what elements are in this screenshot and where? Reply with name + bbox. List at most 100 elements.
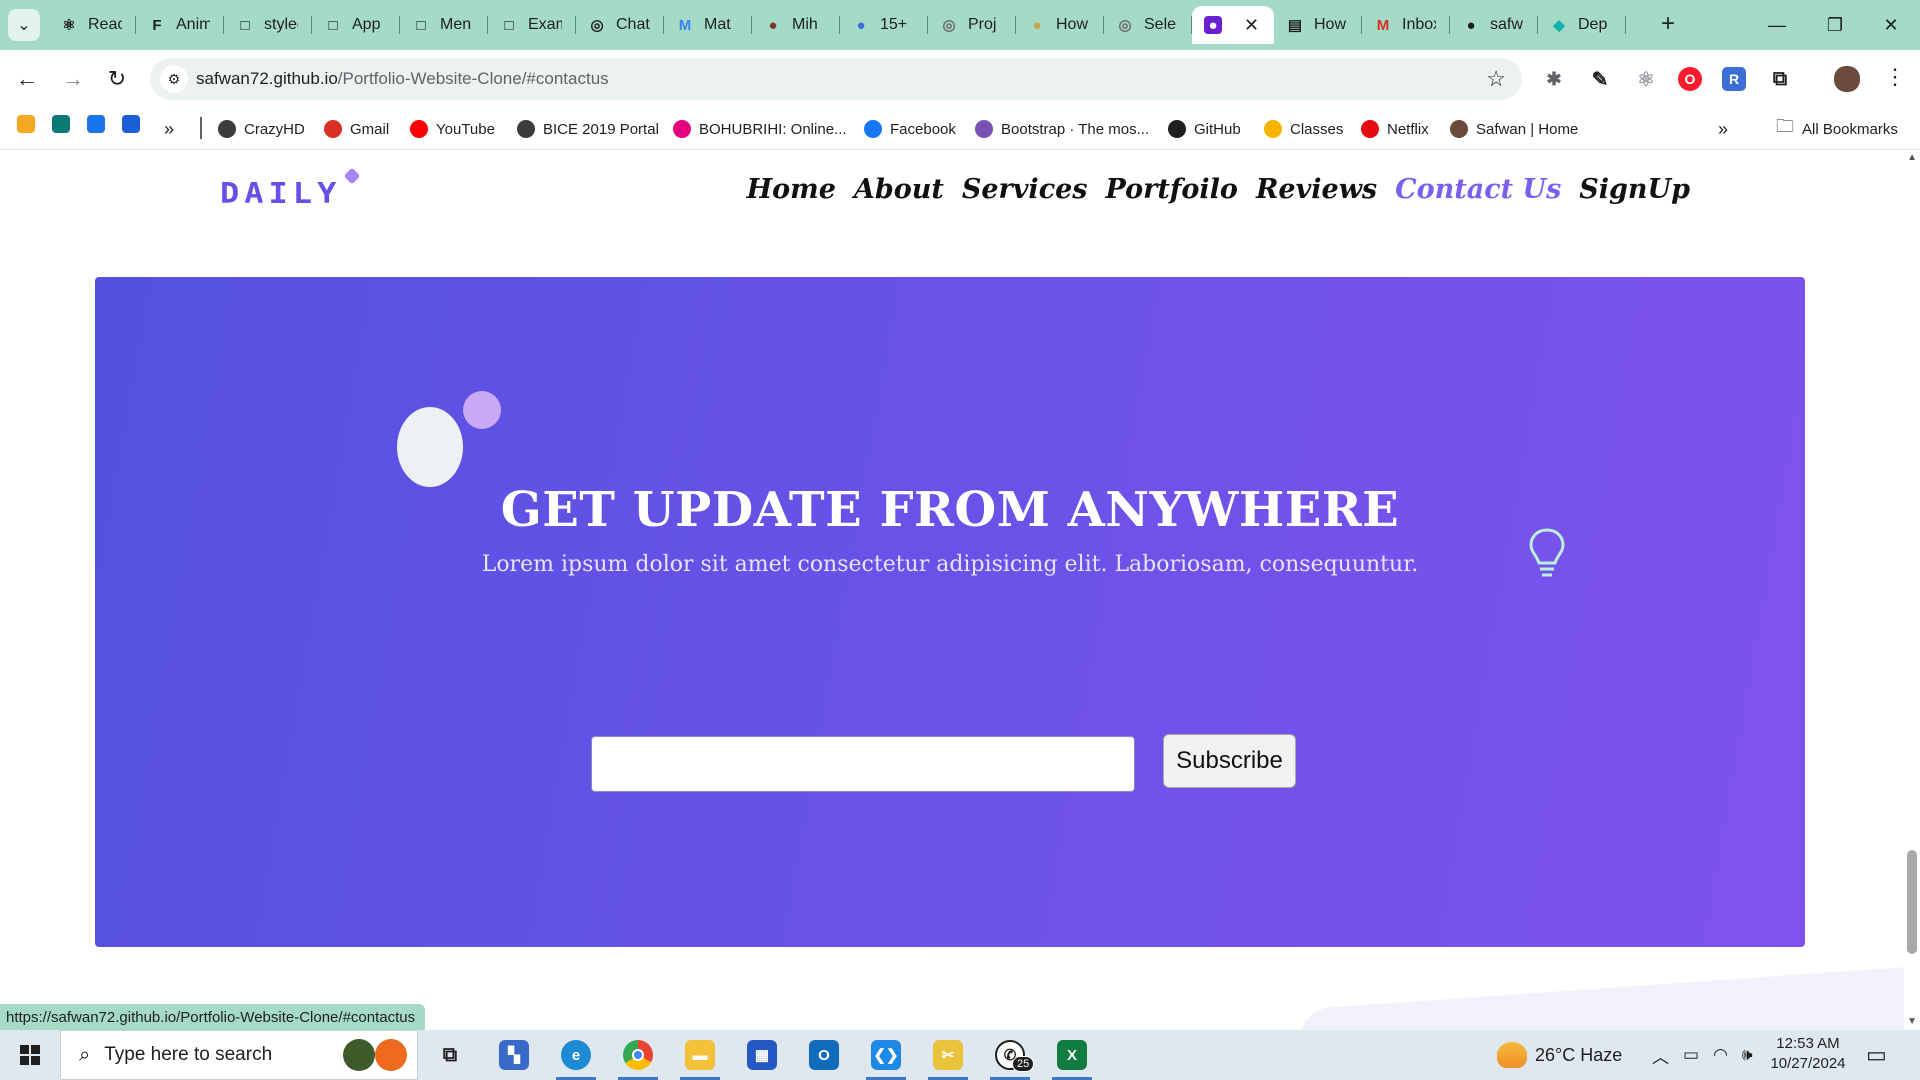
browser-tab[interactable]: ● How [1016, 6, 1104, 44]
browser-tab[interactable]: □ App [312, 6, 400, 44]
nav-link-reviews[interactable]: Reviews [1256, 174, 1377, 205]
opera-extension-icon[interactable]: O [1678, 67, 1702, 91]
browser-tab[interactable]: ◎ Proj [928, 6, 1016, 44]
bookmark-item[interactable]: BICE 2019 Portal [517, 108, 659, 150]
wifi-icon[interactable]: ◠ [1713, 1045, 1728, 1065]
bookmark-item[interactable]: GitHub [1168, 108, 1241, 150]
nav-link-portfoilo[interactable]: Portfoilo [1106, 174, 1238, 205]
new-tab-button[interactable]: + [1652, 8, 1684, 40]
chevron-up-icon[interactable]: ︿ [1652, 1043, 1669, 1068]
taskbar-app-tool[interactable]: ▚ [488, 1030, 540, 1080]
tab-title: React [88, 16, 122, 33]
nav-link-contact-us[interactable]: Contact Us [1395, 174, 1561, 205]
bookmark-item[interactable]: Bootstrap · The mos... [975, 108, 1149, 150]
r-extension-icon[interactable]: R [1722, 67, 1746, 91]
browser-tab[interactable]: □ Exam [488, 6, 576, 44]
browser-tab[interactable]: ◎ Chat [576, 6, 664, 44]
bookmark-item[interactable]: Gmail [324, 108, 389, 150]
browser-tab[interactable]: M Inbox [1362, 6, 1450, 44]
bookmark-star-icon[interactable]: ☆ [1486, 66, 1506, 92]
browser-tab[interactable]: ◎ Sele [1104, 6, 1192, 44]
browser-tab[interactable]: □ Men [400, 6, 488, 44]
browser-tab[interactable]: ▤ How [1274, 6, 1362, 44]
tab-search-button[interactable]: ⌄ [8, 9, 40, 41]
notification-icon[interactable]: ▭ [1866, 1042, 1887, 1068]
minimize-button[interactable]: — [1748, 0, 1806, 50]
bookmark-app-icon[interactable] [52, 115, 70, 133]
bookmark-item[interactable]: BOHUBRIHI: Online... [673, 108, 847, 150]
site-logo[interactable]: DAILY [220, 176, 341, 210]
nav-link-signup[interactable]: SignUp [1579, 174, 1690, 205]
back-button[interactable]: ← [10, 62, 44, 96]
browser-tab[interactable]: F Anima [136, 6, 224, 44]
tab-title: Mih [792, 16, 818, 33]
task-view-button[interactable]: ⧉ [424, 1030, 476, 1080]
system-clock[interactable]: 12:53 AM 10/27/2024 [1764, 1034, 1852, 1074]
taskbar-excel[interactable]: X [1046, 1030, 1098, 1080]
kebab-menu-icon[interactable]: ⋮ [1884, 64, 1906, 90]
taskbar-edge[interactable]: e [550, 1030, 602, 1080]
browser-tab[interactable]: ◆ Dep [1538, 6, 1626, 44]
bookmark-item[interactable]: Facebook [864, 108, 956, 150]
bookmark-item[interactable]: YouTube [410, 108, 495, 150]
profile-avatar[interactable] [1834, 66, 1860, 92]
scroll-down-arrow-icon[interactable]: ▼ [1907, 1016, 1917, 1027]
browser-tab[interactable]: ⚛ React [48, 6, 136, 44]
nav-link-about[interactable]: About [854, 174, 944, 205]
email-input[interactable] [591, 736, 1135, 792]
react-devtools-icon[interactable]: ⚛ [1634, 67, 1658, 91]
bookmark-item[interactable]: CrazyHD [218, 108, 305, 150]
bookmark-app-icon[interactable] [87, 115, 105, 133]
taskbar-vscode[interactable]: ❮❯ [860, 1030, 912, 1080]
bookmark-item[interactable]: Netflix [1361, 108, 1429, 150]
bookmark-item[interactable]: Classes [1264, 108, 1343, 150]
bookmarks-overflow-icon[interactable]: » [164, 108, 174, 150]
restore-button[interactable]: ❐ [1806, 0, 1864, 50]
volume-icon[interactable]: 🕪 [1742, 1045, 1753, 1065]
taskbar-outlook[interactable]: O [798, 1030, 850, 1080]
close-window-button[interactable]: ✕ [1862, 0, 1920, 50]
bookmark-favicon-icon [324, 120, 342, 138]
nav-link-home[interactable]: Home [747, 174, 836, 205]
weather-widget[interactable]: 26°C Haze [1497, 1030, 1622, 1080]
taskbar-whatsapp[interactable]: ✆ 25 [984, 1030, 1036, 1080]
close-tab-icon[interactable]: ✕ [1244, 15, 1259, 36]
site-info-icon[interactable]: ⚙ [160, 65, 188, 93]
tab-active[interactable]: ● ✕ [1192, 6, 1274, 44]
chevron-down-icon: ⌄ [17, 17, 31, 34]
chrome-icon [623, 1040, 653, 1070]
taskbar-file-explorer[interactable]: ▬ [674, 1030, 726, 1080]
taskbar-snipping-tool[interactable]: ✂ [922, 1030, 974, 1080]
tab-favicon-icon: M [678, 16, 692, 34]
browser-tab[interactable]: M Mat [664, 6, 752, 44]
bug-extension-icon[interactable]: ✱ [1542, 67, 1566, 91]
scrollbar[interactable]: ▲ ▼ [1904, 150, 1920, 1030]
tab-title: How [1056, 16, 1089, 33]
bookmarks-more-icon[interactable]: » [1718, 108, 1728, 150]
scrollbar-thumb[interactable] [1907, 850, 1917, 954]
taskbar-search[interactable]: ⌕ Type here to search [60, 1030, 418, 1080]
bookmark-label: GitHub [1194, 120, 1241, 138]
eyedropper-extension-icon[interactable]: ✎ [1588, 67, 1612, 91]
all-bookmarks-button[interactable]: 🗀 All Bookmarks [1776, 108, 1898, 150]
tab-favicon-icon: ⚛ [62, 17, 76, 34]
browser-tab[interactable]: ● 15+ [840, 6, 928, 44]
scroll-up-arrow-icon[interactable]: ▲ [1907, 152, 1917, 163]
start-button[interactable] [0, 1030, 60, 1080]
browser-tab[interactable]: ● safw [1450, 6, 1538, 44]
taskbar-chrome[interactable] [612, 1030, 664, 1080]
nav-link-services[interactable]: Services [962, 174, 1088, 205]
address-bar[interactable]: ⚙ safwan72.github.io/Portfolio-Website-C… [150, 58, 1522, 100]
taskbar-store[interactable]: ▦ [736, 1030, 788, 1080]
battery-icon[interactable]: ▭ [1683, 1045, 1699, 1065]
bookmark-app-icon[interactable] [17, 115, 35, 133]
browser-tab[interactable]: □ styled [224, 6, 312, 44]
url-text[interactable]: safwan72.github.io/Portfolio-Website-Clo… [196, 69, 609, 89]
extensions-puzzle-icon[interactable]: ⧉ [1768, 67, 1792, 91]
bookmark-item[interactable]: Safwan | Home [1450, 108, 1578, 150]
forward-button[interactable]: → [56, 62, 90, 96]
bookmark-app-icon[interactable] [122, 115, 140, 133]
subscribe-button[interactable]: Subscribe [1163, 734, 1296, 788]
reload-button[interactable]: ↻ [100, 62, 134, 96]
browser-tab[interactable]: ● Mih [752, 6, 840, 44]
